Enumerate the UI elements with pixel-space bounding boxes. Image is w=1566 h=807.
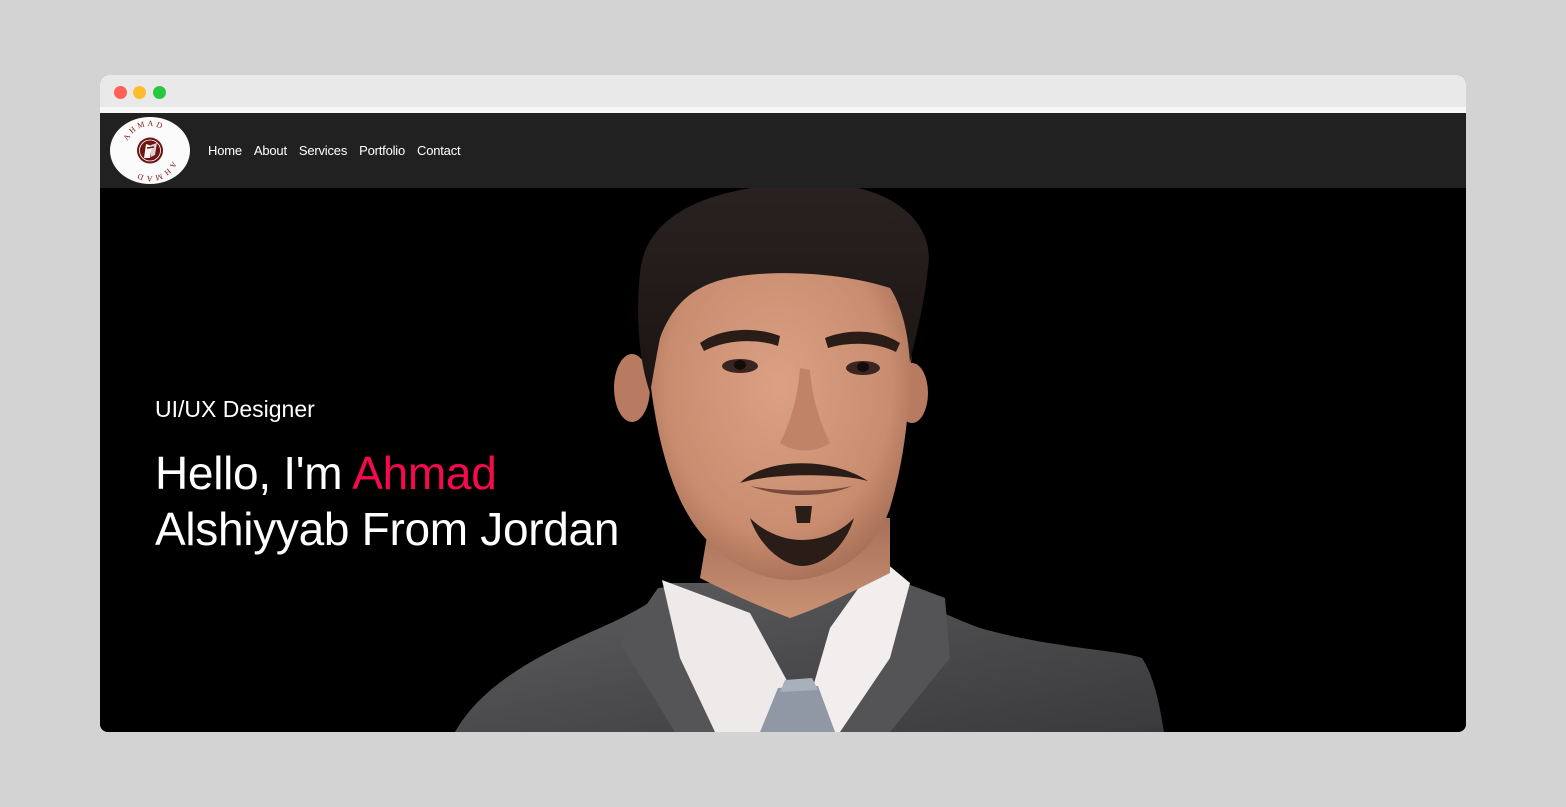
hero-first-name: Ahmad	[352, 447, 497, 499]
close-window-button[interactable]	[114, 86, 127, 99]
nav-link-services[interactable]: Services	[299, 143, 347, 158]
logo-emblem-icon: AHMAD AHMAD	[121, 119, 179, 183]
hero-headline: Hello, I'm Ahmad Alshiyyab From Jordan	[155, 445, 619, 557]
hero-text-block: UI/UX Designer Hello, I'm Ahmad Alshiyyab…	[155, 395, 619, 557]
nav-link-contact[interactable]: Contact	[417, 143, 461, 158]
browser-title-bar	[100, 75, 1466, 107]
nav-links: Home About Services Portfolio Contact	[208, 113, 461, 188]
site-logo[interactable]: AHMAD AHMAD	[110, 117, 190, 184]
site-navbar: AHMAD AHMAD Home About Services Portfoli…	[100, 113, 1466, 188]
svg-text:AHMAD: AHMAD	[134, 160, 179, 183]
minimize-window-button[interactable]	[133, 86, 146, 99]
hero-rest-line: Alshiyyab From Jordan	[155, 503, 620, 555]
hero-role: UI/UX Designer	[155, 396, 315, 422]
hero-section: UI/UX Designer Hello, I'm Ahmad Alshiyyab…	[100, 188, 1466, 732]
svg-text:AHMAD: AHMAD	[121, 119, 166, 142]
nav-link-portfolio[interactable]: Portfolio	[359, 143, 405, 158]
nav-link-home[interactable]: Home	[208, 143, 242, 158]
hero-greeting: Hello, I'm	[155, 447, 343, 499]
browser-window: AHMAD AHMAD Home About Services Portfoli…	[100, 75, 1466, 732]
zoom-window-button[interactable]	[153, 86, 166, 99]
nav-link-about[interactable]: About	[254, 143, 287, 158]
